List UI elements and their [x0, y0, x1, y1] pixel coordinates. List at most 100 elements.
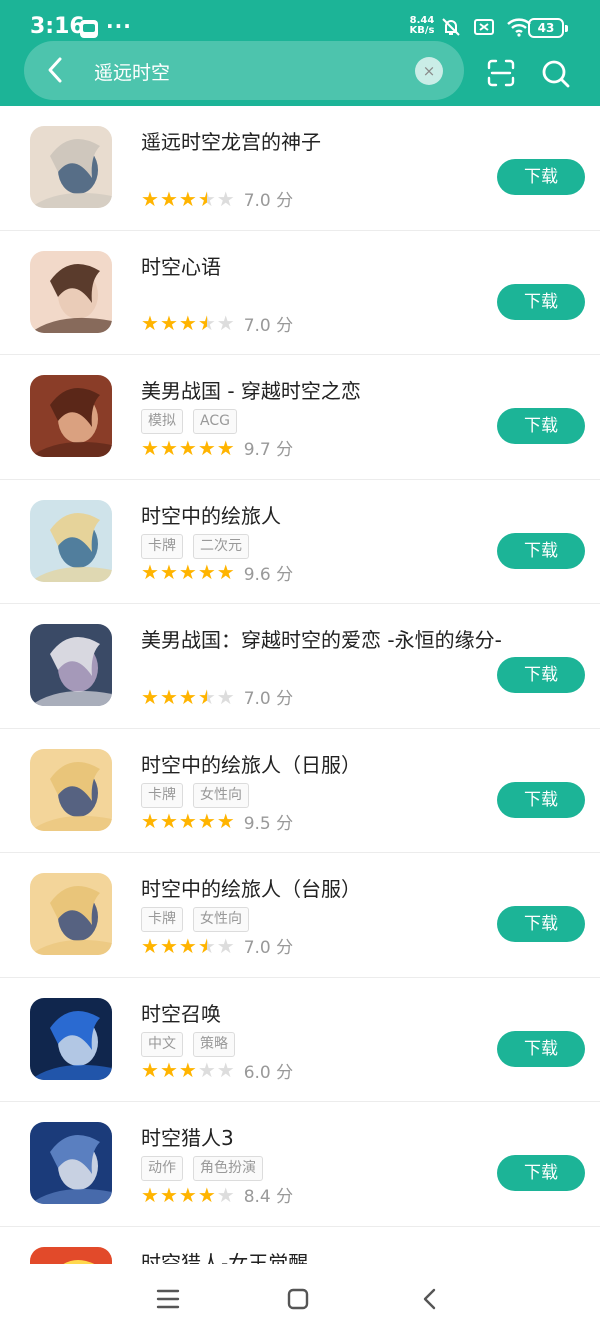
star-full-icon: ★: [197, 560, 216, 584]
app-title[interactable]: 美男战国 - 穿越时空之恋: [141, 375, 361, 404]
app-title[interactable]: 时空中的绘旅人: [141, 500, 281, 529]
app-title[interactable]: 时空中的绘旅人（日服）: [141, 749, 361, 778]
download-button[interactable]: 下载: [497, 1155, 585, 1191]
download-button[interactable]: 下载: [497, 906, 585, 942]
app-icon[interactable]: [30, 126, 112, 208]
rating-score: 8.4 分: [243, 1187, 294, 1207]
app-title[interactable]: 美男战国：穿越时空的爱恋 -永恒的缘分-: [141, 624, 502, 653]
app-icon[interactable]: [30, 375, 112, 457]
app-rating: ★★★★★ 9.6 分: [141, 560, 294, 585]
menu-icon[interactable]: [156, 1288, 180, 1310]
star-full-icon: ★: [178, 809, 197, 833]
category-tag: 策略: [193, 1031, 235, 1057]
app-icon[interactable]: [30, 997, 112, 1080]
app-icon[interactable]: [30, 1246, 112, 1264]
app-list-item[interactable]: 时空中的绘旅人（日服） 卡牌 女性向 ★★★★★ 9.5 分下载: [0, 729, 600, 853]
app-list-item[interactable]: 美男战国：穿越时空的爱恋 -永恒的缘分- ★★★★★ 7.0 分下载: [0, 604, 600, 729]
app-title[interactable]: 时空猎人-女王觉醒: [141, 1247, 308, 1265]
star-rating: ★★★★★: [141, 1059, 236, 1081]
app-list-item[interactable]: 时空召唤 中文 策略 ★★★★★ 6.0 分下载: [0, 978, 600, 1102]
app-icon[interactable]: [30, 250, 112, 333]
search-input[interactable]: 遥远时空: [94, 58, 170, 85]
more-notifications-icon: ···: [106, 14, 132, 38]
star-rating: ★★★★★: [141, 312, 236, 334]
star-full-icon: ★: [141, 1182, 159, 1207]
category-tag: 动作: [141, 1156, 183, 1181]
app-icon-art: [30, 624, 112, 706]
app-icon-art: [30, 873, 112, 955]
category-tag: ACG: [193, 409, 237, 434]
clear-search-button[interactable]: ×: [415, 57, 443, 85]
rating-score: 9.7 分: [243, 440, 294, 460]
app-rating: ★★★★★ 9.5 分: [141, 809, 293, 834]
category-tag: 二次元: [193, 533, 249, 559]
search-field[interactable]: [24, 41, 464, 100]
category-tag: 角色扮演: [193, 1156, 263, 1181]
rating-score: 7.0 分: [243, 191, 294, 211]
back-arrow-icon[interactable]: [40, 54, 72, 86]
search-icon[interactable]: [540, 58, 572, 90]
app-title[interactable]: 时空召唤: [141, 998, 221, 1027]
star-empty-icon: ★: [216, 684, 235, 709]
home-icon[interactable]: [286, 1287, 310, 1311]
app-icon-art: [30, 748, 112, 831]
app-tags: 模拟 ACG: [141, 409, 247, 434]
rating-score: 7.0 分: [243, 315, 294, 336]
rating-score: 7.0 分: [243, 689, 294, 709]
app-list-item[interactable]: 时空中的绘旅人（台服） 卡牌 女性向 ★★★★★ 7.0 分下载: [0, 853, 600, 978]
download-button[interactable]: 下载: [497, 159, 585, 195]
app-list-item[interactable]: 时空猎人3 动作 角色扮演 ★★★★★ 8.4 分下载: [0, 1102, 600, 1227]
app-icon[interactable]: [30, 748, 112, 831]
app-icon-art: [30, 1246, 112, 1264]
category-tag: 女性向: [193, 782, 249, 808]
star-full-icon: ★: [159, 435, 178, 460]
app-list-item[interactable]: 美男战国 - 穿越时空之恋 模拟 ACG ★★★★★ 9.7 分下载: [0, 355, 600, 480]
app-list-item[interactable]: 时空猎人-女王觉醒: [0, 1227, 600, 1265]
battery-icon: 43: [528, 18, 568, 38]
star-full-icon: ★: [178, 186, 197, 211]
search-results-list[interactable]: 遥远时空龙宫的神子 ★★★★★ 7.0 分下载 时空心语 ★★★★★ 7.0 分下载 美…: [0, 106, 600, 1264]
download-button[interactable]: 下载: [497, 1030, 585, 1067]
app-icon-art: [30, 375, 112, 457]
app-list-item[interactable]: 遥远时空龙宫的神子 ★★★★★ 7.0 分下载: [0, 106, 600, 231]
app-icon-art: [30, 126, 112, 208]
no-sim-icon: [474, 19, 495, 35]
category-tag: 卡牌: [141, 533, 183, 559]
rating-score: 9.6 分: [243, 564, 294, 585]
app-tags: 中文 策略: [141, 1031, 245, 1057]
rating-score: 7.0 分: [243, 938, 294, 958]
back-icon[interactable]: [418, 1287, 442, 1311]
star-full-icon: ★: [159, 560, 178, 584]
star-full-icon: ★: [141, 933, 159, 958]
app-icon[interactable]: [30, 873, 112, 955]
star-full-icon: ★: [141, 311, 159, 335]
star-full-icon: ★: [159, 933, 178, 958]
rating-score: 6.0 分: [243, 1062, 294, 1083]
star-full-icon: ★: [141, 684, 159, 709]
download-button[interactable]: 下载: [497, 657, 585, 693]
download-button[interactable]: 下载: [497, 283, 585, 320]
star-full-icon: ★: [178, 1058, 197, 1082]
star-full-icon: ★: [159, 684, 178, 709]
app-icon[interactable]: [30, 1122, 112, 1204]
app-tags: 卡牌 二次元: [141, 533, 259, 559]
star-full-icon: ★: [141, 1058, 159, 1082]
star-empty-icon: ★: [216, 311, 235, 335]
download-button[interactable]: 下载: [497, 532, 585, 569]
app-icon[interactable]: [30, 624, 112, 706]
star-half-icon: ★: [197, 933, 216, 958]
app-list-item[interactable]: 时空心语 ★★★★★ 7.0 分下载: [0, 231, 600, 355]
scan-icon[interactable]: [486, 58, 516, 88]
star-full-icon: ★: [216, 435, 235, 460]
notification-app-icon: [80, 20, 98, 38]
app-title[interactable]: 时空中的绘旅人（台服）: [141, 873, 361, 902]
app-list-item[interactable]: 时空中的绘旅人 卡牌 二次元 ★★★★★ 9.6 分下载: [0, 480, 600, 604]
download-button[interactable]: 下载: [497, 408, 585, 444]
app-title[interactable]: 遥远时空龙宫的神子: [141, 126, 321, 155]
app-rating: ★★★★★ 9.7 分: [141, 435, 294, 461]
app-title[interactable]: 时空猎人3: [141, 1122, 234, 1151]
app-title[interactable]: 时空心语: [141, 251, 221, 280]
app-icon[interactable]: [30, 499, 112, 582]
download-button[interactable]: 下载: [497, 781, 585, 818]
star-full-icon: ★: [216, 560, 235, 584]
